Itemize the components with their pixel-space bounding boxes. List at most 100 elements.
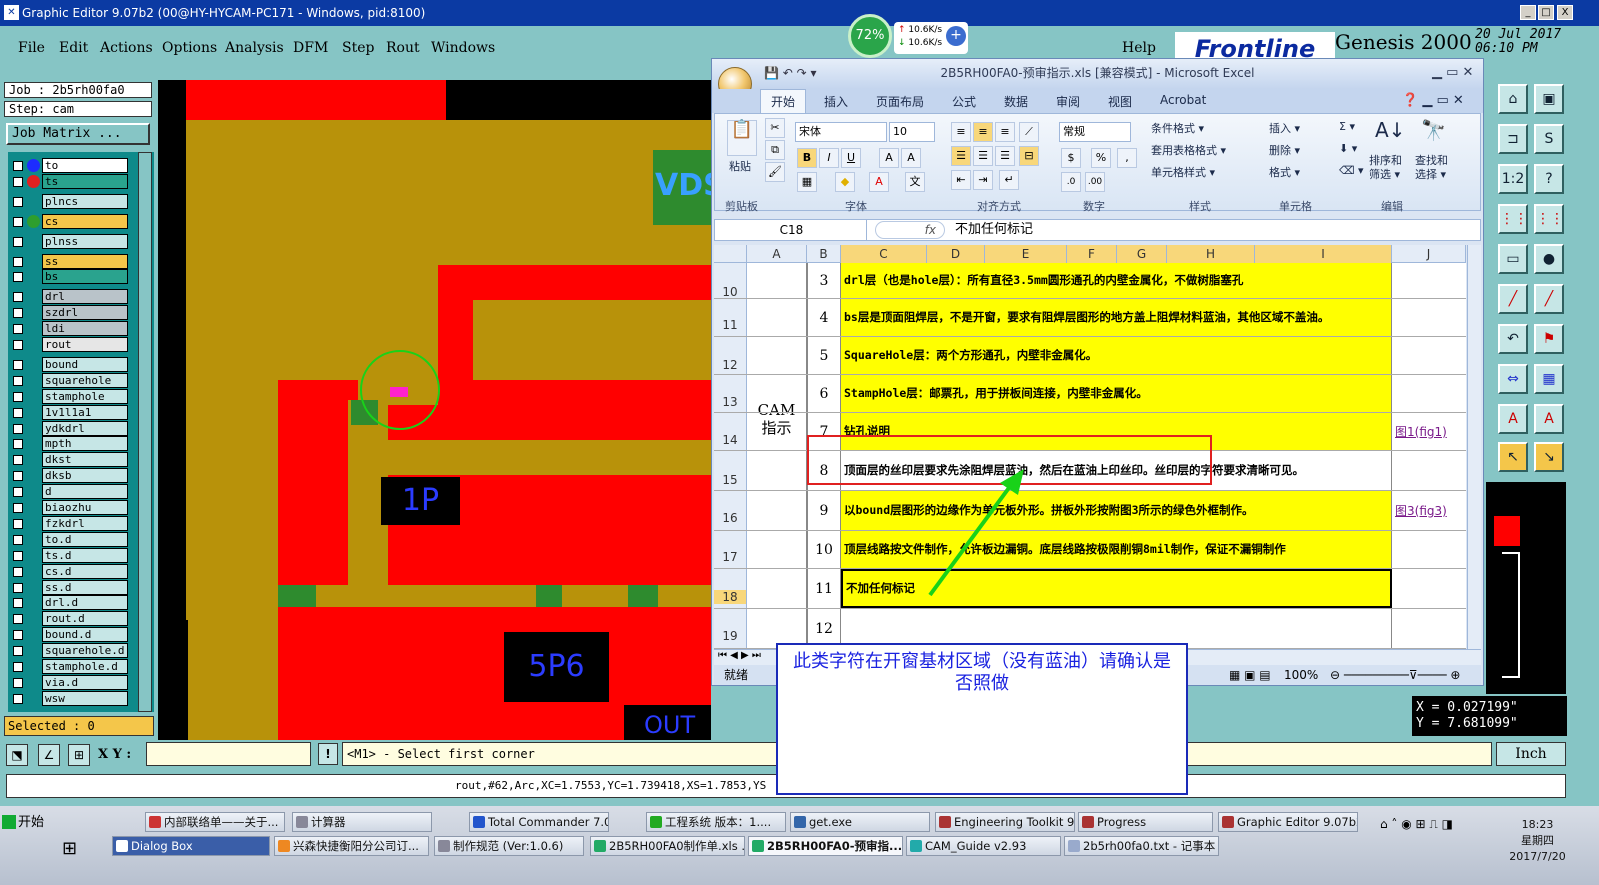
- name-box[interactable]: C18: [717, 220, 867, 240]
- measure-icon[interactable]: ⋮⋮: [1498, 204, 1528, 234]
- layer-name[interactable]: drl: [42, 289, 128, 305]
- find-select-button[interactable]: 查找和 选择 ▾: [1415, 154, 1448, 182]
- layer-name[interactable]: plncs: [42, 193, 128, 209]
- home-icon[interactable]: ⌂: [1498, 84, 1528, 114]
- layer-name[interactable]: dkst: [42, 452, 128, 468]
- layer-row[interactable]: rout.d: [8, 611, 130, 627]
- layer-row[interactable]: to.d: [8, 531, 130, 547]
- outdent-icon[interactable]: ⇤: [951, 170, 971, 190]
- layer-row[interactable]: cs: [8, 213, 130, 229]
- angle-icon[interactable]: ∠: [38, 744, 60, 766]
- layer-row[interactable]: squarehole.d: [8, 643, 130, 659]
- layer-checkbox[interactable]: [13, 518, 23, 529]
- orientation-icon[interactable]: ⟋: [1019, 122, 1039, 142]
- menu-dfm[interactable]: DFM: [293, 40, 328, 56]
- tab-data[interactable]: 数据: [1004, 93, 1028, 110]
- taskbar-item[interactable]: 2B5RH00FA0-预审指...: [748, 836, 903, 856]
- layer-list-scrollbar[interactable]: [138, 152, 152, 712]
- paste-icon[interactable]: 📋: [727, 120, 757, 156]
- layer-checkbox[interactable]: [13, 439, 23, 450]
- layer-row[interactable]: ts: [8, 173, 130, 189]
- taskbar-item[interactable]: Engineering Toolkit 9....: [935, 812, 1075, 832]
- menu-file[interactable]: File: [18, 40, 45, 56]
- layer-name[interactable]: ts: [42, 173, 128, 189]
- tab-home[interactable]: 开始: [760, 89, 807, 113]
- layer-row[interactable]: ss: [8, 253, 130, 269]
- layer-name[interactable]: szdrl: [42, 305, 128, 321]
- indent-icon[interactable]: ⇥: [973, 170, 993, 190]
- layer-checkbox[interactable]: [13, 550, 23, 561]
- taskbar-item[interactable]: Total Commander 7.0...: [469, 812, 609, 832]
- layer-row[interactable]: rout: [8, 337, 130, 352]
- taskbar-item-active[interactable]: Dialog Box: [112, 836, 270, 856]
- layer-checkbox[interactable]: [13, 646, 23, 657]
- shrink-font-button[interactable]: A: [901, 148, 921, 168]
- align-center-icon[interactable]: ☰: [973, 146, 993, 166]
- system-clock[interactable]: 18:23 星期四 2017/7/20: [1480, 817, 1595, 877]
- layer-checkbox[interactable]: [13, 471, 23, 482]
- find-icon[interactable]: 🔭: [1421, 118, 1446, 142]
- layer-name[interactable]: ydkdrl: [42, 420, 128, 436]
- fill-icon[interactable]: ⬇ ▾: [1339, 142, 1357, 155]
- align-left-icon[interactable]: ☰: [951, 146, 971, 166]
- delete-cells-button[interactable]: 删除 ▾: [1269, 142, 1300, 158]
- layer-row[interactable]: drl.d: [8, 595, 130, 611]
- quick-save-icon[interactable]: 💾 ↶ ↷ ▾: [764, 59, 817, 87]
- layer-row[interactable]: 1v1l1a1: [8, 404, 130, 420]
- menu-step[interactable]: Step: [342, 40, 374, 56]
- layer-name[interactable]: via.d: [42, 674, 128, 690]
- tab-acrobat[interactable]: Acrobat: [1160, 93, 1206, 107]
- ribbon-help-icon[interactable]: ❓ ▁ ▭ ✕: [1402, 93, 1464, 108]
- taskbar-item[interactable]: 计算器: [292, 812, 432, 832]
- layer-name[interactable]: ts.d: [42, 547, 128, 563]
- italic-button[interactable]: I: [819, 148, 839, 168]
- col-header[interactable]: E: [985, 245, 1067, 263]
- font-size-box[interactable]: 10: [889, 122, 935, 142]
- grid-icon[interactable]: ⊞: [68, 744, 90, 766]
- layer-checkbox[interactable]: [13, 196, 23, 207]
- tab-page-layout[interactable]: 页面布局: [876, 93, 924, 110]
- fill-color-icon[interactable]: ◆: [835, 172, 855, 192]
- layer-checkbox[interactable]: [13, 662, 23, 672]
- layer-name[interactable]: to: [42, 158, 128, 173]
- layer-checkbox[interactable]: [13, 423, 23, 434]
- layer-checkbox[interactable]: [13, 308, 23, 319]
- col-header[interactable]: I: [1255, 245, 1392, 263]
- table-row[interactable]: 6 StampHole层：邮票孔，用于拼板间连接，内壁非金属化。: [714, 375, 1466, 413]
- phonetic-icon[interactable]: 文: [905, 172, 925, 192]
- table-format-button[interactable]: 套用表格格式 ▾: [1151, 142, 1226, 158]
- number-format-box[interactable]: 常规: [1059, 122, 1131, 142]
- layer-name[interactable]: squarehole.d: [42, 643, 128, 659]
- layer-checkbox[interactable]: [13, 272, 23, 283]
- layer-name[interactable]: bound.d: [42, 627, 128, 643]
- layer-row[interactable]: ldi: [8, 321, 130, 337]
- layer-checkbox[interactable]: [13, 161, 23, 171]
- layer-row[interactable]: stamphole.d: [8, 659, 130, 674]
- spreadsheet-grid[interactable]: A B C D E F G H I J 10 11 12 13 14 15 16…: [714, 245, 1466, 649]
- minimize-button[interactable]: _: [1520, 5, 1536, 20]
- insert-cells-button[interactable]: 插入 ▾: [1269, 120, 1300, 136]
- pointer-icon[interactable]: ↖: [1498, 442, 1528, 472]
- layer-name[interactable]: bound: [42, 356, 128, 372]
- layer-name[interactable]: ss.d: [42, 579, 128, 595]
- zoom-slider[interactable]: ⊖ ─────────⊽──── ⊕: [1330, 665, 1460, 685]
- layer-row[interactable]: bound.d: [8, 627, 130, 643]
- autosum-icon[interactable]: Σ ▾: [1339, 120, 1355, 133]
- tab-formulas[interactable]: 公式: [952, 93, 976, 110]
- sort-filter-button[interactable]: 排序和 筛选 ▾: [1369, 154, 1402, 182]
- layer-checkbox[interactable]: [13, 534, 23, 545]
- layer-checkbox[interactable]: [13, 598, 23, 609]
- layer-checkbox[interactable]: [13, 582, 23, 593]
- shapes-icon[interactable]: ▦: [1534, 364, 1564, 394]
- table-row[interactable]: 9 以bound层图形的边缘作为单元板外形。拼板外形按附图3所示的绿色外框制作。…: [714, 491, 1466, 531]
- layer-checkbox[interactable]: [13, 677, 23, 688]
- s-curve-icon[interactable]: S: [1534, 124, 1564, 154]
- layer-checkbox[interactable]: [13, 693, 23, 704]
- help-icon[interactable]: ?: [1534, 164, 1564, 194]
- menu-rout[interactable]: Rout: [386, 40, 420, 56]
- cut-icon[interactable]: ✂: [765, 118, 785, 138]
- layer-name[interactable]: fzkdrl: [42, 515, 128, 531]
- taskbar-item[interactable]: 制作规范 (Ver:1.0.6): [434, 836, 584, 856]
- ruler-icon[interactable]: ▭: [1498, 244, 1528, 274]
- align-middle-icon[interactable]: ≡: [973, 122, 993, 142]
